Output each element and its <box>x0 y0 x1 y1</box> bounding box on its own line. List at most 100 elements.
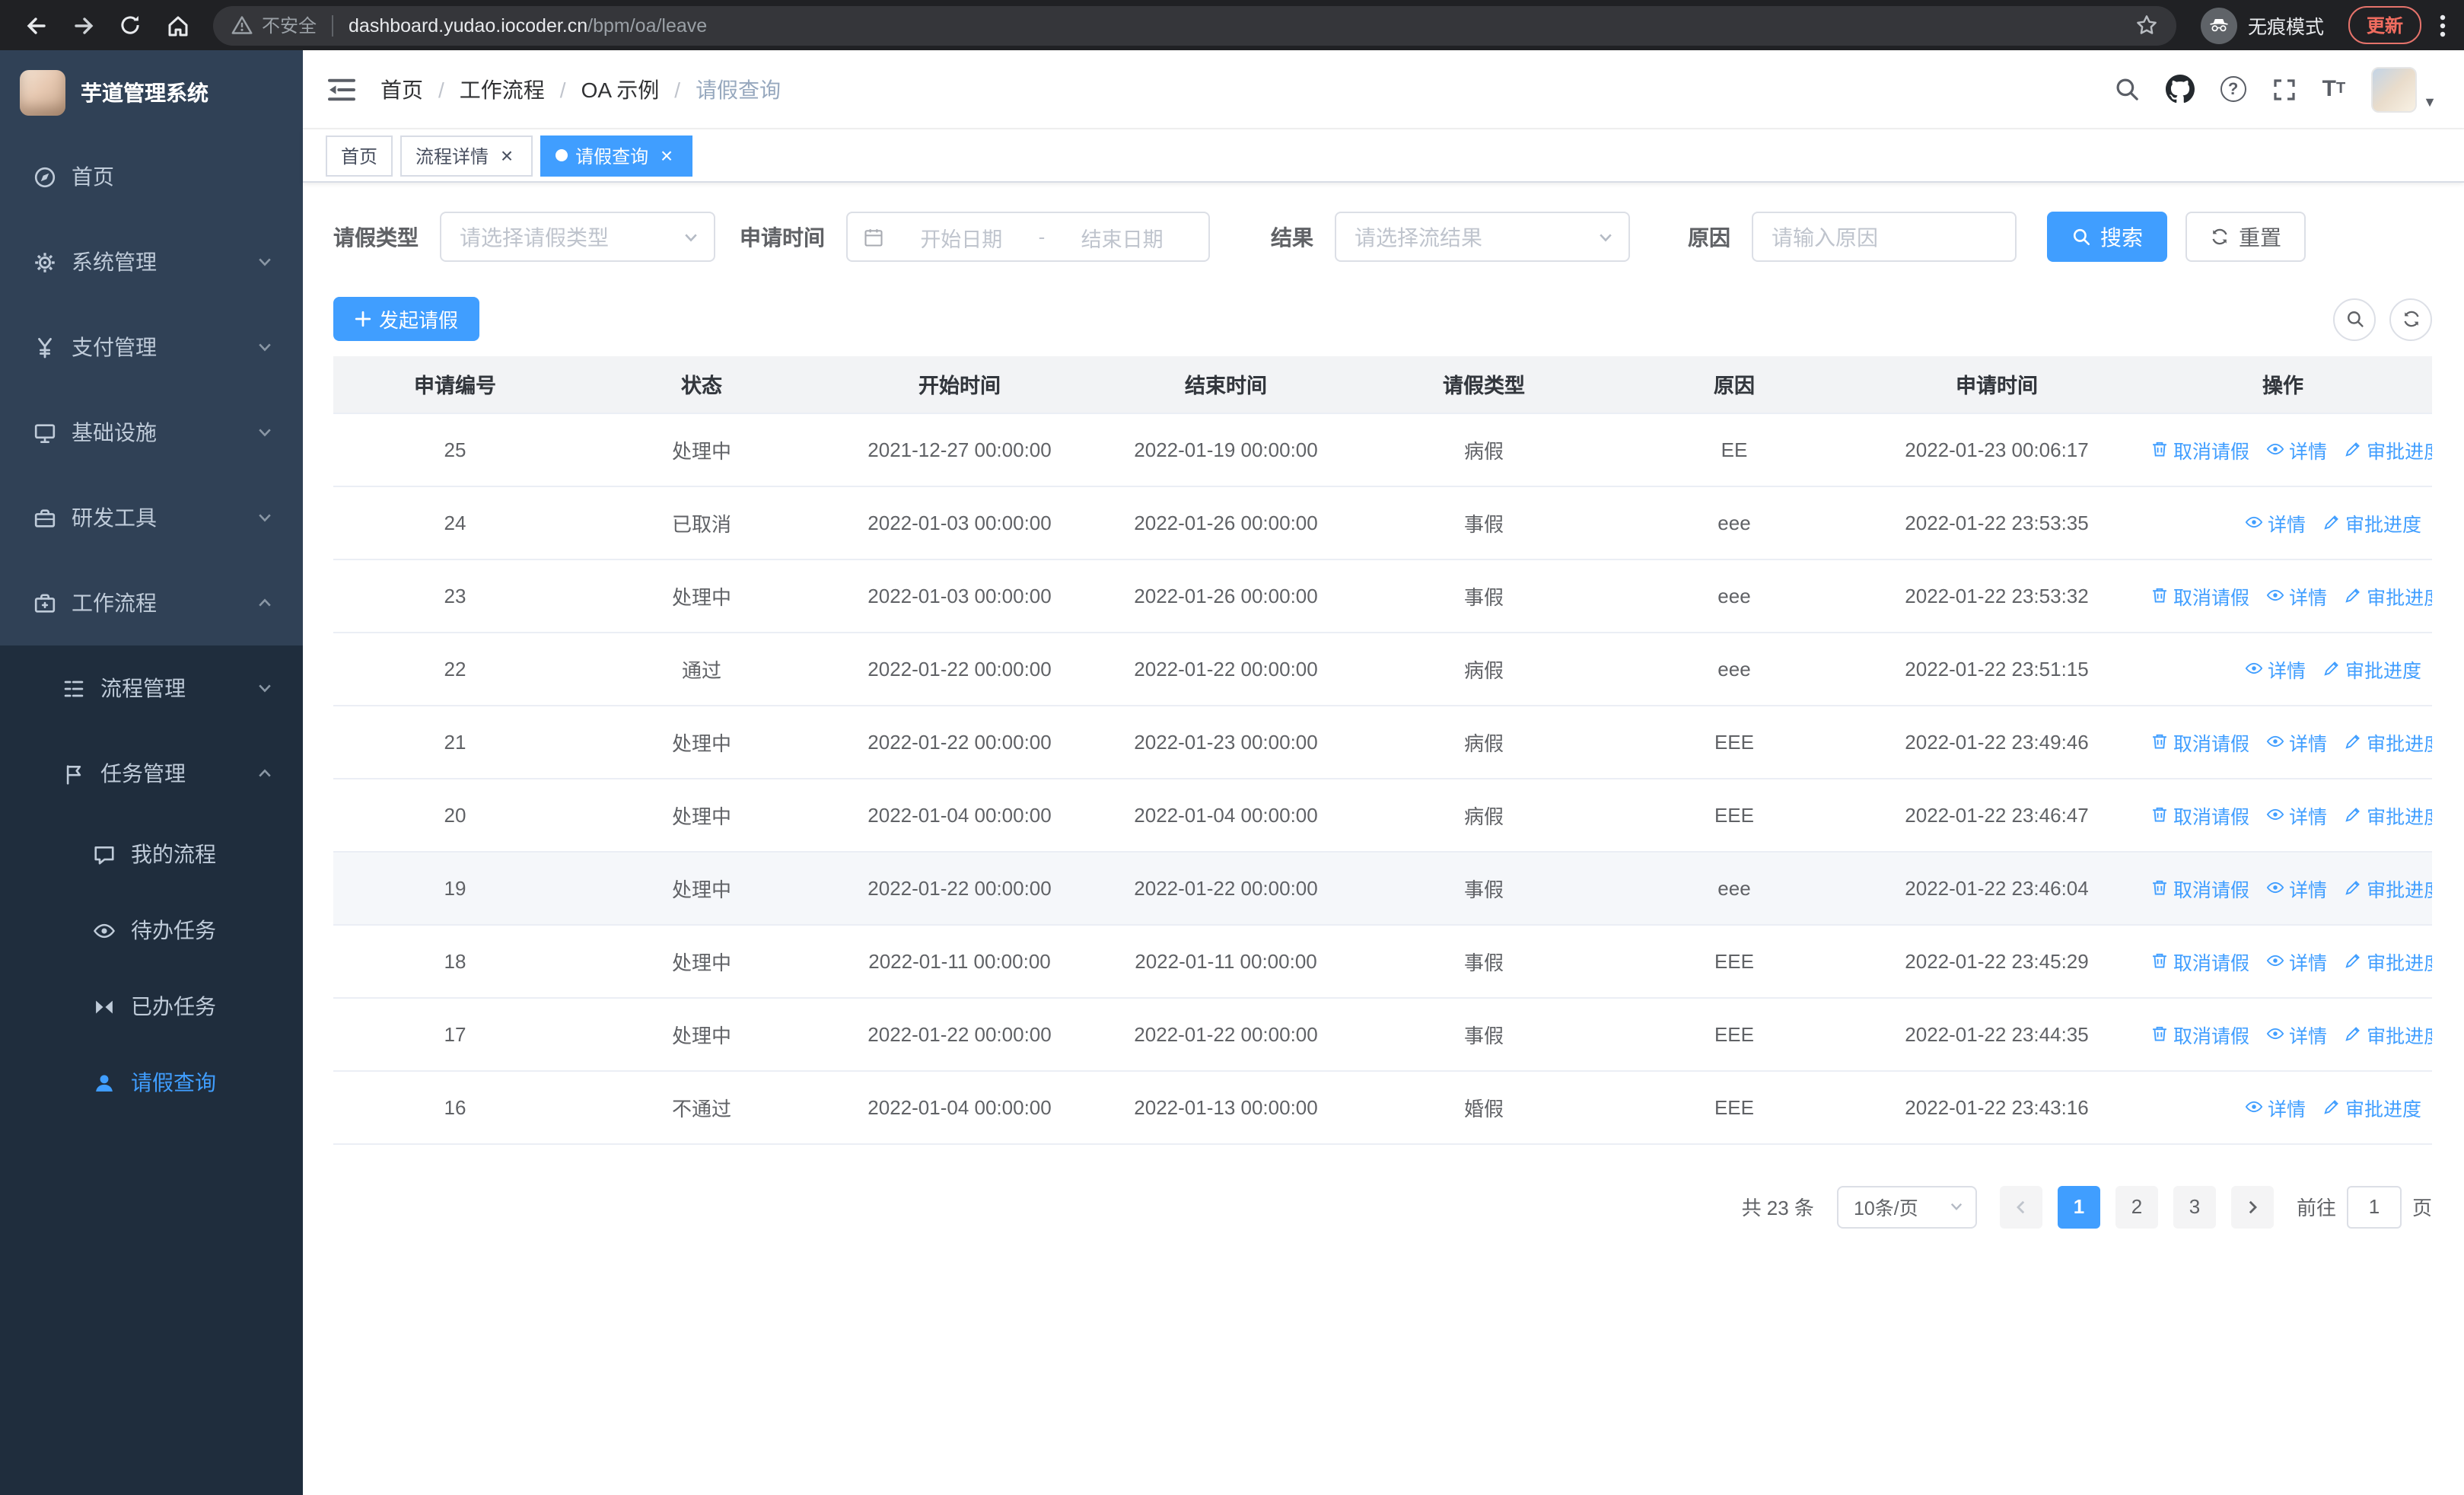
date-start-input[interactable]: 开始日期 <box>890 222 1033 252</box>
approval-progress-link[interactable]: 审批进度 <box>2344 873 2432 902</box>
cell-apply-time: 2022-01-22 23:49:46 <box>1860 705 2134 779</box>
cancel-leave-link[interactable]: 取消请假 <box>2150 1019 2249 1048</box>
detail-link[interactable]: 详情 <box>2266 800 2327 829</box>
search-icon <box>2071 227 2091 247</box>
approval-progress-link[interactable]: 审批进度 <box>2322 1092 2421 1121</box>
next-page-button[interactable] <box>2230 1185 2274 1228</box>
sidebar-item-my-process[interactable]: 我的流程 <box>0 816 303 892</box>
detail-link[interactable]: 详情 <box>2245 654 2306 683</box>
detail-link[interactable]: 详情 <box>2266 873 2327 902</box>
reload-icon[interactable] <box>110 5 151 46</box>
font-size-icon[interactable]: TT <box>2322 78 2346 100</box>
user-menu[interactable]: ▼ <box>2371 66 2437 112</box>
security-chip[interactable]: 不安全 <box>231 12 317 38</box>
bookmark-star-icon[interactable] <box>2135 14 2158 37</box>
app-logo[interactable]: 芋道管理系统 <box>0 50 303 134</box>
cancel-leave-link[interactable]: 取消请假 <box>2150 581 2249 610</box>
date-end-input[interactable]: 结束日期 <box>1051 222 1193 252</box>
tab-process-detail[interactable]: 流程详情 × <box>400 135 533 176</box>
sidebar-item-system[interactable]: 系统管理 <box>0 219 303 304</box>
breadcrumb-item[interactable]: OA 示例 <box>581 74 660 104</box>
detail-link[interactable]: 详情 <box>2266 727 2327 756</box>
cancel-leave-link[interactable]: 取消请假 <box>2150 800 2249 829</box>
screen: 不安全 dashboard.yudao.iocoder.cn/bpm/oa/le… <box>0 0 2464 1495</box>
refresh-table-button[interactable] <box>2389 298 2432 340</box>
toggle-search-button[interactable] <box>2333 298 2376 340</box>
sidebar-item-workflow[interactable]: 工作流程 <box>0 560 303 645</box>
detail-link[interactable]: 详情 <box>2266 946 2327 975</box>
help-icon[interactable]: ? <box>2220 76 2246 102</box>
home-icon <box>32 164 56 189</box>
cell-status: 处理中 <box>577 997 826 1071</box>
sidebar-item-done-task[interactable]: 已办任务 <box>0 968 303 1044</box>
home-icon[interactable] <box>157 5 198 46</box>
browser-menu-icon[interactable] <box>2440 13 2446 37</box>
close-icon[interactable]: × <box>496 145 517 166</box>
sidebar-item-infrastructure[interactable]: 基础设施 <box>0 390 303 475</box>
close-icon[interactable]: × <box>656 145 677 166</box>
tab-leave-query[interactable]: 请假查询 × <box>540 135 693 176</box>
cancel-leave-link[interactable]: 取消请假 <box>2150 946 2249 975</box>
tab-home[interactable]: 首页 <box>326 135 393 176</box>
url-bar[interactable]: 不安全 dashboard.yudao.iocoder.cn/bpm/oa/le… <box>213 5 2176 45</box>
chevron-right-icon <box>2249 1200 2257 1213</box>
goto-page-input[interactable]: 1 <box>2346 1185 2402 1228</box>
incognito-label: 无痕模式 <box>2247 17 2324 38</box>
column-header: 申请时间 <box>1860 356 2134 413</box>
approval-progress-link[interactable]: 审批进度 <box>2344 435 2432 464</box>
leave-type-select[interactable]: 请选择请假类型 <box>440 212 715 262</box>
cell-status: 处理中 <box>577 705 826 779</box>
result-select[interactable]: 请选择流结果 <box>1335 212 1630 262</box>
detail-link[interactable]: 详情 <box>2266 1019 2327 1048</box>
approval-progress-link[interactable]: 审批进度 <box>2322 654 2421 683</box>
sidebar-item-task-mgmt[interactable]: 任务管理 <box>0 731 303 816</box>
page-size-select[interactable]: 10条/页 <box>1836 1185 1977 1228</box>
security-label: 不安全 <box>262 15 317 37</box>
prev-page-button[interactable] <box>1999 1185 2042 1228</box>
avatar[interactable] <box>2371 66 2418 112</box>
sidebar-item-leave-query[interactable]: 请假查询 <box>0 1044 303 1120</box>
search-button[interactable]: 搜索 <box>2047 212 2167 262</box>
cell-id: 23 <box>333 559 577 633</box>
gear-icon <box>32 250 56 274</box>
detail-link[interactable]: 详情 <box>2266 435 2327 464</box>
sidebar-collapse-icon[interactable] <box>303 77 380 101</box>
approval-progress-link[interactable]: 审批进度 <box>2344 727 2432 756</box>
search-icon[interactable] <box>2114 76 2140 102</box>
eye-icon <box>2245 513 2263 531</box>
approval-progress-link[interactable]: 审批进度 <box>2344 800 2432 829</box>
create-leave-button[interactable]: 发起请假 <box>333 297 480 341</box>
tags-bar: 首页 流程详情 × 请假查询 × <box>303 129 2464 183</box>
detail-link[interactable]: 详情 <box>2245 508 2306 537</box>
reason-input[interactable]: 请输入原因 <box>1752 212 2017 262</box>
detail-link[interactable]: 详情 <box>2245 1092 2306 1121</box>
cancel-leave-link[interactable]: 取消请假 <box>2150 727 2249 756</box>
cell-actions: 取消请假详情审批进度 <box>2134 559 2432 633</box>
sidebar-item-home[interactable]: 首页 <box>0 134 303 219</box>
approval-progress-link[interactable]: 审批进度 <box>2344 1019 2432 1048</box>
approval-progress-link[interactable]: 审批进度 <box>2344 581 2432 610</box>
sidebar-item-todo-task[interactable]: 待办任务 <box>0 892 303 968</box>
sidebar-item-process-mgmt[interactable]: 流程管理 <box>0 645 303 731</box>
forward-icon[interactable] <box>62 5 103 46</box>
cell-start-time: 2022-01-03 00:00:00 <box>826 486 1093 559</box>
sidebar-item-dev-tools[interactable]: 研发工具 <box>0 475 303 560</box>
reset-button[interactable]: 重置 <box>2185 212 2306 262</box>
cancel-leave-link[interactable]: 取消请假 <box>2150 435 2249 464</box>
detail-link[interactable]: 详情 <box>2266 581 2327 610</box>
page-button-3[interactable]: 3 <box>2173 1185 2216 1228</box>
update-button[interactable]: 更新 <box>2348 6 2421 44</box>
approval-progress-link[interactable]: 审批进度 <box>2322 508 2421 537</box>
cell-end-time: 2022-01-22 00:00:00 <box>1093 997 1359 1071</box>
fullscreen-icon[interactable] <box>2272 77 2297 101</box>
apply-time-range-picker[interactable]: 开始日期 - 结束日期 <box>846 212 1210 262</box>
github-icon[interactable] <box>2165 75 2195 104</box>
cancel-leave-link[interactable]: 取消请假 <box>2150 873 2249 902</box>
page-button-2[interactable]: 2 <box>2115 1185 2158 1228</box>
sidebar-item-payment[interactable]: 支付管理 <box>0 304 303 390</box>
breadcrumb-item[interactable]: 首页 <box>380 74 423 104</box>
approval-progress-link[interactable]: 审批进度 <box>2344 946 2432 975</box>
back-icon[interactable] <box>15 5 56 46</box>
breadcrumb-item[interactable]: 工作流程 <box>460 74 545 104</box>
page-button-1[interactable]: 1 <box>2057 1185 2100 1228</box>
